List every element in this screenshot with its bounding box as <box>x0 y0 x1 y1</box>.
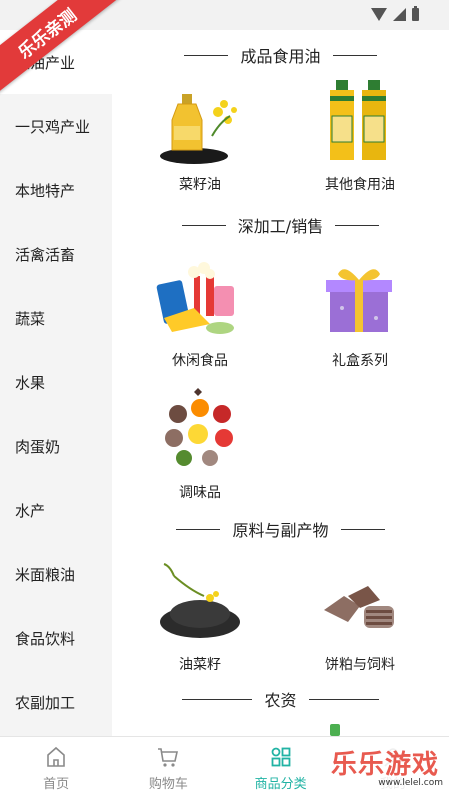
feed-pellets-icon <box>314 556 406 648</box>
section-title: 原料与副产物 <box>112 518 449 540</box>
gift-box-icon <box>314 252 406 344</box>
tab-home[interactable]: 首页 <box>0 737 112 799</box>
section-title: 深加工/销售 <box>112 214 449 236</box>
spices-icon <box>154 384 246 476</box>
category-tile[interactable]: 礼盒系列 <box>280 252 440 370</box>
sidebar-item-agri-processing[interactable]: 农副加工 <box>0 670 112 734</box>
sidebar-item-vegetables[interactable]: 蔬菜 <box>0 286 112 350</box>
sidebar-item-local-specialty[interactable]: 本地特产 <box>0 158 112 222</box>
section-title: 成品食用油 <box>112 44 449 66</box>
cooking-oil-bottles-icon <box>314 76 406 168</box>
rapeseed-pile-icon <box>154 556 246 648</box>
sidebar-item-aquatic[interactable]: 水产 <box>0 478 112 542</box>
sidebar-item-chicken[interactable]: 一只鸡产业 <box>0 94 112 158</box>
watermark-logo: 乐乐游戏 www.lelel.com <box>331 744 443 794</box>
signal-icon <box>393 8 406 21</box>
tab-cart[interactable]: 购物车 <box>112 737 224 799</box>
cart-icon <box>158 747 179 767</box>
tab-category[interactable]: 商品分类 <box>225 737 337 799</box>
category-grid-icon <box>271 747 291 766</box>
sidebar-item-live-poultry[interactable]: 活禽活畜 <box>0 222 112 286</box>
battery-icon <box>412 6 419 21</box>
snacks-icon <box>154 252 246 344</box>
home-icon <box>47 746 65 767</box>
category-tile[interactable]: 菜籽油 <box>120 76 280 194</box>
category-tile[interactable]: 休闲食品 <box>120 252 280 370</box>
category-sidebar: 粮油产业 一只鸡产业 本地特产 活禽活畜 蔬菜 水果 肉蛋奶 水产 米面粮油 食… <box>0 30 112 736</box>
rapeseed-oil-icon <box>154 76 246 168</box>
category-tile[interactable]: 调味品 <box>120 384 280 502</box>
sidebar-item-rice-flour-oil[interactable]: 米面粮油 <box>0 542 112 606</box>
sidebar-item-fruit[interactable]: 水果 <box>0 350 112 414</box>
category-content: 成品食用油 菜籽油 其他食用油 深加工/销售 休闲食品 礼盒系列 调味品 原料与… <box>112 30 449 736</box>
wifi-icon <box>371 8 387 21</box>
category-tile[interactable]: 饼粕与饲料 <box>280 556 440 674</box>
category-tile[interactable]: 油菜籽 <box>120 556 280 674</box>
category-tile[interactable]: 其他食用油 <box>280 76 440 194</box>
sidebar-item-food-drink[interactable]: 食品饮料 <box>0 606 112 670</box>
sidebar-item-meat-egg-milk[interactable]: 肉蛋奶 <box>0 414 112 478</box>
leaf-icon <box>330 724 340 736</box>
section-title: 农资 <box>112 688 449 710</box>
